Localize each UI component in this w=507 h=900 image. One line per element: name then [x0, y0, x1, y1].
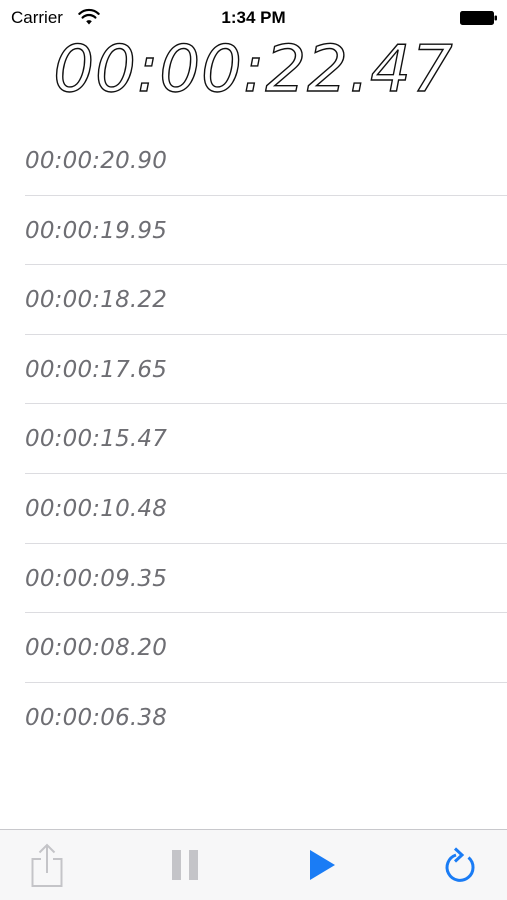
pause-icon — [172, 850, 198, 880]
lap-row[interactable]: 00:00:08.20 — [25, 613, 507, 683]
lap-time: 00:00:20.90 — [25, 148, 168, 174]
share-button[interactable] — [17, 830, 77, 900]
lap-row[interactable]: 00:00:09.35 — [25, 544, 507, 614]
refresh-icon — [445, 847, 475, 882]
reset-button[interactable] — [430, 830, 490, 900]
pause-button[interactable] — [155, 830, 215, 900]
lap-time: 00:00:19.95 — [25, 217, 168, 244]
lap-row[interactable]: 00:00:06.38 — [25, 683, 507, 753]
play-icon — [310, 850, 335, 880]
lap-time: 00:00:10.48 — [25, 495, 168, 522]
main-timer-display: 00:00:22.47 — [53, 32, 454, 107]
stopwatch-screen: Carrier 1:34 PM 00:00:22.47 00:00:20.90 … — [0, 0, 507, 900]
play-button[interactable] — [292, 830, 352, 900]
battery-icon — [460, 11, 497, 25]
lap-time: 00:00:15.47 — [25, 426, 168, 453]
lap-row[interactable]: 00:00:15.47 — [25, 404, 507, 474]
lap-time: 00:00:18.22 — [25, 287, 168, 314]
lap-row[interactable]: 00:00:20.90 — [25, 126, 507, 196]
lap-time: 00:00:08.20 — [25, 635, 168, 662]
lap-row[interactable]: 00:00:18.22 — [25, 265, 507, 335]
share-icon — [31, 843, 63, 887]
lap-row[interactable]: 00:00:10.48 — [25, 474, 507, 544]
bottom-toolbar — [0, 829, 507, 900]
status-time: 1:34 PM — [221, 8, 286, 27]
lap-time: 00:00:17.65 — [25, 356, 168, 383]
lap-row[interactable]: 00:00:17.65 — [25, 335, 507, 405]
lap-time: 00:00:06.38 — [25, 704, 168, 731]
lap-row[interactable]: 00:00:19.95 — [25, 196, 507, 266]
lap-time: 00:00:09.35 — [25, 565, 168, 592]
lap-list: 00:00:20.90 00:00:19.95 00:00:18.22 00:0… — [0, 126, 507, 752]
